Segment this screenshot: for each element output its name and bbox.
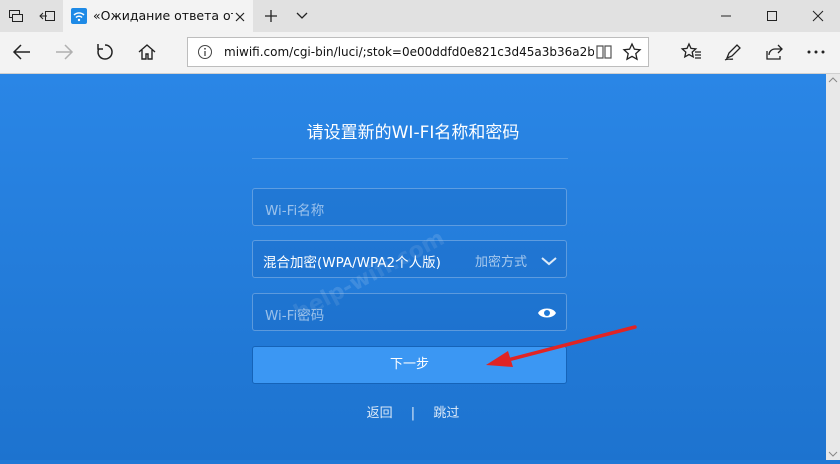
router-setup-page: help-wifi.com 请设置新的WI-FI名称和密码 Wi-Fi名称 混合… — [0, 74, 826, 460]
wifi-name-input[interactable]: Wi-Fi名称 — [252, 188, 567, 226]
forward-icon[interactable] — [47, 35, 81, 69]
tab-bar: «Ожидание ответа от r — [0, 0, 840, 32]
close-window-icon[interactable] — [795, 0, 840, 32]
site-info-icon[interactable] — [197, 44, 213, 60]
skip-link[interactable]: 跳过 — [433, 402, 459, 421]
browser-chrome: «Ожидание ответа от r miwifi.com/cgi-bin… — [0, 0, 840, 74]
more-icon[interactable] — [799, 35, 833, 69]
set-aside-tabs-icon[interactable] — [32, 0, 62, 32]
navigation-bar: miwifi.com/cgi-bin/luci/;stok=0e00ddfd0e… — [0, 32, 840, 74]
back-link[interactable]: 返回 — [367, 402, 393, 421]
maximize-icon[interactable] — [749, 0, 795, 32]
favorites-icon[interactable] — [674, 35, 708, 69]
tab-preview-icon[interactable] — [0, 0, 32, 32]
footer-links: 返回 | 跳过 — [0, 402, 826, 421]
divider — [252, 158, 568, 159]
encryption-hint: 加密方式 — [475, 255, 528, 270]
scrollbar[interactable] — [826, 74, 840, 460]
encryption-value: 混合加密(WPA/WPA2个人版) — [263, 255, 441, 271]
favorite-star-icon[interactable] — [622, 42, 642, 62]
annotation-arrow — [486, 325, 637, 367]
reading-view-icon[interactable] — [595, 43, 613, 61]
refresh-icon[interactable] — [88, 35, 122, 69]
tab-list-chevron-icon[interactable] — [287, 0, 317, 32]
minimize-icon[interactable] — [703, 0, 749, 32]
new-tab-icon[interactable] — [255, 0, 287, 32]
url-text: miwifi.com/cgi-bin/luci/;stok=0e00ddfd0e… — [224, 45, 594, 59]
tab-title: «Ожидание ответа от r — [93, 8, 233, 23]
link-separator: | — [410, 406, 416, 421]
pen-notes-icon[interactable] — [716, 35, 750, 69]
active-tab[interactable]: «Ожидание ответа от r — [63, 0, 253, 32]
close-tab-icon[interactable] — [233, 9, 247, 23]
page-title: 请设置新的WI-FI名称和密码 — [306, 123, 520, 143]
chevron-down-icon — [540, 253, 558, 267]
wifi-favicon — [71, 8, 87, 24]
back-icon[interactable] — [5, 35, 39, 69]
encryption-select[interactable]: 混合加密(WPA/WPA2个人版) 加密方式 — [252, 240, 567, 278]
wifi-password-placeholder: Wi-Fi密码 — [265, 308, 325, 324]
home-icon[interactable] — [130, 35, 164, 69]
share-icon[interactable] — [757, 35, 791, 69]
wifi-name-placeholder: Wi-Fi名称 — [265, 203, 325, 219]
address-bar[interactable]: miwifi.com/cgi-bin/luci/;stok=0e00ddfd0e… — [187, 37, 649, 67]
